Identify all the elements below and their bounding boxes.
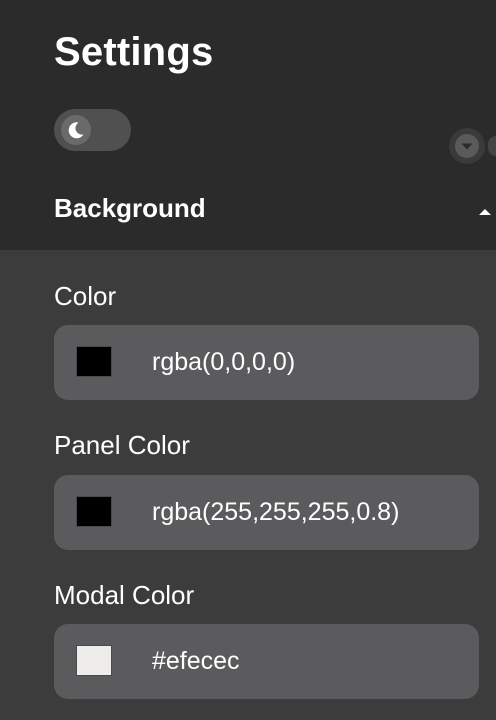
panel-color-value[interactable]: rgba(255,255,255,0.8) [152,496,399,528]
modal-color-label: Modal Color [54,580,195,610]
adjacent-control [488,136,496,156]
panel-color-field[interactable]: rgba(255,255,255,0.8) [54,475,479,550]
modal-color-field[interactable]: #efecec [54,624,479,699]
modal-color-swatch[interactable] [76,645,112,676]
panel-color-label: Panel Color [54,430,190,460]
settings-header: Settings Background [0,0,496,250]
background-section-toggle[interactable]: Background [0,182,496,238]
theme-toggle[interactable] [54,109,131,151]
caret-up-icon [479,209,491,215]
collapse-dropdown-button[interactable] [449,128,485,164]
page-title: Settings [54,30,214,74]
moon-icon [68,122,84,139]
chevron-down-icon [455,134,479,158]
toggle-knob [61,115,91,145]
color-swatch[interactable] [76,346,112,377]
color-label: Color [54,281,117,311]
section-title: Background [54,193,206,223]
modal-color-value[interactable]: #efecec [152,645,240,677]
panel-color-swatch[interactable] [76,496,112,527]
color-field[interactable]: rgba(0,0,0,0) [54,325,479,400]
color-value[interactable]: rgba(0,0,0,0) [152,346,295,378]
